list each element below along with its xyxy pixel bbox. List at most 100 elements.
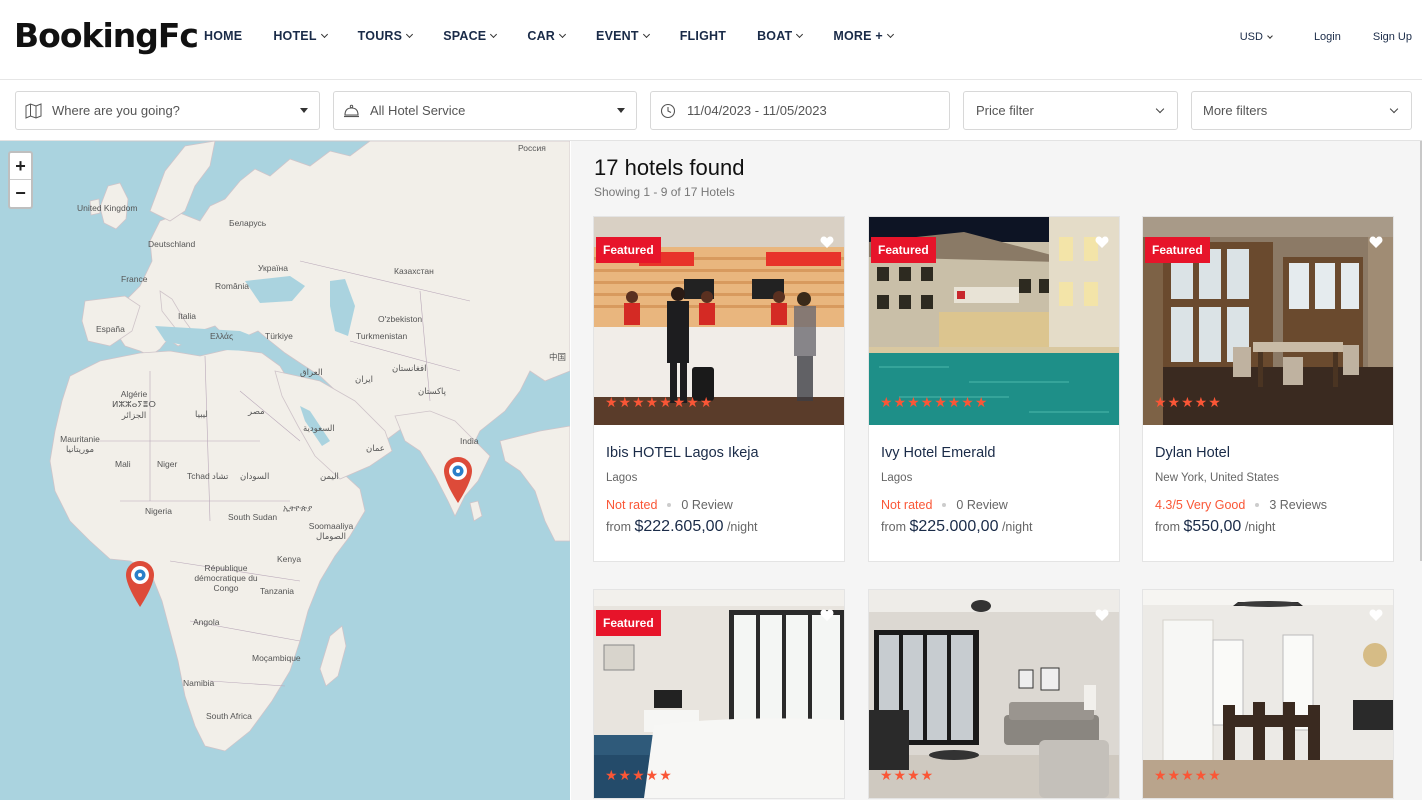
map-label: Россия <box>518 143 546 153</box>
star-rating: ★★★★ <box>880 767 935 783</box>
hotel-card[interactable]: Featured ★★★★★★★★ Ibis HOTEL Lagos Ikeja… <box>593 216 845 562</box>
map-label: South Sudan <box>228 512 278 522</box>
clock-icon <box>659 102 677 120</box>
map-marker-icon[interactable] <box>443 456 473 504</box>
map-label: Italia <box>178 311 196 321</box>
map-label: Tanzania <box>260 586 295 596</box>
hotel-card[interactable]: Featured ★★★★★★★★ Ivy Hotel Emerald Lago… <box>868 216 1120 562</box>
price-filter[interactable]: Price filter <box>963 91 1178 130</box>
site-header: BookingFc HOME HOTEL TOURS SPACE CAR EVE… <box>0 0 1422 80</box>
map-label: Казахстан <box>394 266 434 276</box>
map-label: Turkmenistan <box>356 331 408 341</box>
nav-home[interactable]: HOME <box>204 29 242 43</box>
wishlist-heart-icon[interactable] <box>1369 235 1383 249</box>
review-summary: Not rated 0 Review <box>606 498 832 512</box>
map-label: España <box>96 324 125 334</box>
hotel-card-body: Ivy Hotel Emerald Lagos Not rated 0 Revie… <box>869 425 1119 561</box>
map-icon <box>24 102 42 120</box>
nav-more[interactable]: MORE + <box>833 29 894 43</box>
zoom-out-button[interactable]: − <box>10 180 31 207</box>
hotel-name[interactable]: Ibis HOTEL Lagos Ikeja <box>606 445 832 461</box>
hotel-photo[interactable]: ★★★★★ <box>1143 590 1393 798</box>
hotel-price: $550,00 <box>1183 518 1242 535</box>
separator-dot <box>1255 503 1260 507</box>
map-label: France <box>121 274 148 284</box>
nav-event[interactable]: EVENT <box>596 29 650 43</box>
wishlist-heart-icon[interactable] <box>1369 608 1383 622</box>
map-label: Mauritanie موريتانيا <box>60 434 100 454</box>
wishlist-heart-icon[interactable] <box>1095 235 1109 249</box>
map-label: العراق <box>300 367 323 377</box>
map-label: افغانستان <box>392 363 427 373</box>
chevron-down-icon <box>796 30 804 39</box>
price-line: from $225.000,00 /night <box>881 518 1107 536</box>
hotel-card[interactable]: ★★★★ <box>868 589 1120 799</box>
featured-badge: Featured <box>596 237 661 263</box>
nav-space[interactable]: SPACE <box>443 29 498 43</box>
zoom-in-button[interactable]: + <box>10 153 31 180</box>
more-filters[interactable]: More filters <box>1191 91 1412 130</box>
hotel-name[interactable]: Dylan Hotel <box>1155 445 1381 461</box>
chevron-down-icon <box>406 30 414 39</box>
rating-text: 4.3/5 Very Good <box>1155 498 1246 512</box>
price-from-label: from <box>881 520 906 534</box>
map-label: ኢትዮጵያ <box>283 503 313 513</box>
currency-selector[interactable]: USD <box>1240 31 1273 43</box>
rating-text: Not rated <box>881 498 933 512</box>
map-label: ليبيا <box>195 409 208 419</box>
map-label: Ελλάς <box>210 331 234 341</box>
nav-car[interactable]: CAR <box>527 29 567 43</box>
hotel-photo[interactable]: Featured ★★★★★ <box>594 590 844 798</box>
hotel-photo[interactable]: Featured ★★★★★★★★ <box>594 217 844 425</box>
map-label: Namibia <box>183 678 215 688</box>
hotel-location: Lagos <box>606 472 638 484</box>
nav-hotel[interactable]: HOTEL <box>273 29 328 43</box>
star-rating: ★★★★★★★★ <box>880 394 989 410</box>
map-label: Moçambique <box>252 653 301 663</box>
review-summary: 4.3/5 Very Good 3 Reviews <box>1155 498 1381 512</box>
hotel-photo[interactable]: Featured ★★★★★★★★ <box>869 217 1119 425</box>
map-label: ايران <box>355 374 374 384</box>
review-count: 0 Review <box>681 498 733 512</box>
hotel-card[interactable]: Featured ★★★★★ Dylan Hotel New York, Uni… <box>1142 216 1394 562</box>
hotel-card[interactable]: ★★★★★ <box>1142 589 1394 799</box>
chevron-down-icon <box>490 30 498 39</box>
map-label: عمان <box>366 443 385 453</box>
map-label: République démocratique du Congo <box>194 563 258 593</box>
star-rating: ★★★★★ <box>1154 767 1222 783</box>
user-nav: USD Login Sign Up <box>1198 0 1412 74</box>
per-night-label: /night <box>1244 520 1276 534</box>
map-label: Niger <box>157 459 178 469</box>
login-link[interactable]: Login <box>1314 31 1341 43</box>
hotel-card-body: Dylan Hotel New York, United States 4.3/… <box>1143 425 1393 561</box>
hotel-photo[interactable]: Featured ★★★★★ <box>1143 217 1393 425</box>
chevron-down-icon <box>1389 104 1399 113</box>
wishlist-heart-icon[interactable] <box>820 235 834 249</box>
date-range-input[interactable]: 11/04/2023 - 11/05/2023 <box>650 91 950 130</box>
nav-boat[interactable]: BOAT <box>757 29 804 43</box>
wishlist-heart-icon[interactable] <box>1095 608 1109 622</box>
service-select[interactable]: All Hotel Service <box>333 91 637 130</box>
map-label: پاکستان <box>418 386 446 396</box>
wishlist-heart-icon[interactable] <box>820 608 834 622</box>
map-label: O'zbekiston <box>378 314 423 324</box>
map-label: اليمن <box>320 471 339 481</box>
hotel-bell-icon <box>342 102 360 120</box>
hotel-card[interactable]: Featured ★★★★★ <box>593 589 845 799</box>
hotel-name[interactable]: Ivy Hotel Emerald <box>881 445 1107 461</box>
hotel-photo[interactable]: ★★★★ <box>869 590 1119 798</box>
map-marker-icon[interactable] <box>125 560 155 608</box>
signup-link[interactable]: Sign Up <box>1373 31 1412 43</box>
map-label: Tchad تشاد <box>187 471 229 481</box>
map-label: السعودية <box>303 423 335 433</box>
nav-tours[interactable]: TOURS <box>358 29 414 43</box>
per-night-label: /night <box>726 520 758 534</box>
results-map[interactable]: + − Россия United Kingdom Беларусь Deuts… <box>0 141 570 800</box>
site-logo[interactable]: BookingFc <box>14 16 199 55</box>
hotel-price: $222.605,00 <box>634 518 724 535</box>
map-label: Soomaaliya الصومال <box>308 521 354 541</box>
destination-select[interactable]: Where are you going? <box>15 91 320 130</box>
map-label: Беларусь <box>229 218 267 228</box>
results-count-heading: 17 hotels found <box>594 155 745 180</box>
nav-flight[interactable]: FLIGHT <box>680 29 726 43</box>
